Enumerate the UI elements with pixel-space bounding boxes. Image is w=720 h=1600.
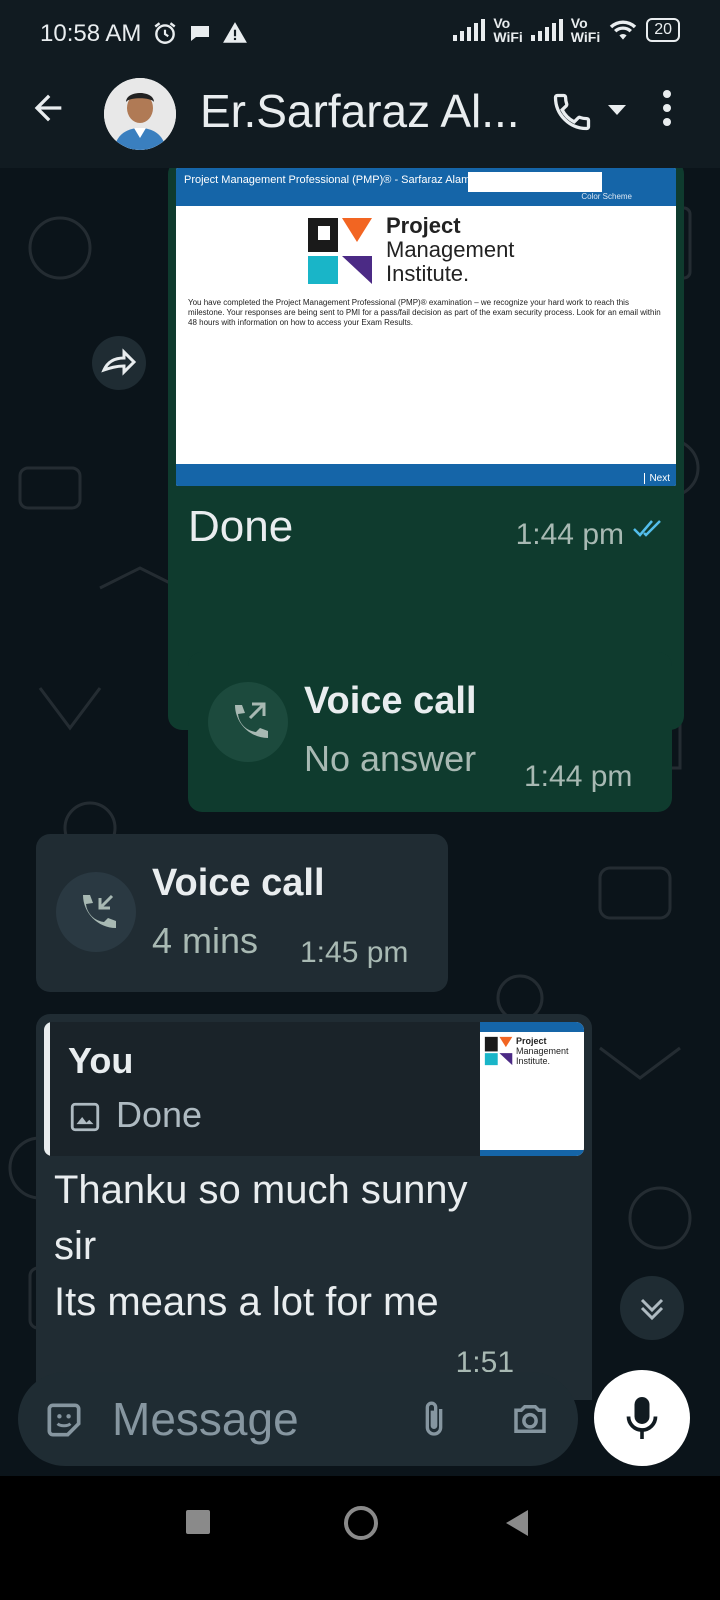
thumb-logo-line-1: Project xyxy=(516,1036,547,1046)
pmi-screenshot-image[interactable]: Project Management Professional (PMP)® -… xyxy=(176,168,676,486)
outgoing-call-bubble[interactable]: Voice call No answer 1:44 pm xyxy=(188,652,672,812)
recents-button[interactable] xyxy=(186,1510,210,1534)
status-time: 10:58 AM xyxy=(40,20,142,47)
reply-message-bubble[interactable]: You Done Project Management Institute. T… xyxy=(36,1014,592,1400)
voice-record-button[interactable] xyxy=(594,1370,690,1466)
signal-icon-2 xyxy=(530,19,563,41)
back-arrow-icon[interactable] xyxy=(28,88,68,128)
status-left-icons xyxy=(152,20,248,46)
contact-avatar[interactable] xyxy=(104,78,176,150)
camera-icon[interactable] xyxy=(508,1398,552,1440)
scroll-to-bottom-button[interactable] xyxy=(620,1276,684,1340)
image-message-bubble[interactable]: Project Management Professional (PMP)® -… xyxy=(168,168,684,730)
home-button[interactable] xyxy=(344,1506,378,1540)
quote-bar xyxy=(44,1022,50,1156)
logo-line-2: Management xyxy=(386,237,515,262)
microphone-icon xyxy=(626,1397,658,1439)
reply-line-1: Thanku so much sunny xyxy=(54,1168,468,1212)
image-icon xyxy=(70,1102,100,1132)
sticker-icon[interactable] xyxy=(42,1398,86,1442)
call-title: Voice call xyxy=(304,680,477,722)
logo-line-1: Project xyxy=(386,213,461,238)
reply-line-3: Its means a lot for me xyxy=(54,1280,439,1324)
incoming-call-bubble[interactable]: Voice call 4 mins 1:45 pm xyxy=(36,834,448,992)
call-title: Voice call xyxy=(152,862,325,904)
pmi-logo: Project Management Institute. xyxy=(176,206,676,298)
screenshot-toolbar xyxy=(468,172,602,192)
chat-bubble-icon xyxy=(191,26,209,41)
attach-icon[interactable] xyxy=(414,1396,454,1442)
vowifi-top: Vo xyxy=(493,15,511,31)
forward-button[interactable] xyxy=(92,336,146,390)
vowifi-bottom: WiFi xyxy=(493,29,523,45)
quoted-image-thumbnail: Project Management Institute. xyxy=(480,1022,584,1156)
color-scheme-label: Color Scheme xyxy=(581,192,632,201)
signal-icon xyxy=(453,19,486,41)
vowifi-label-2: Vo WiFi xyxy=(571,16,600,44)
outgoing-call-icon-circle xyxy=(208,682,288,762)
outgoing-call-icon xyxy=(235,702,268,738)
chat-header: Er.Sarfaraz Al... xyxy=(0,68,720,168)
screenshot-title: Project Management Professional (PMP)® -… xyxy=(184,174,471,186)
exam-completion-text: You have completed the Project Managemen… xyxy=(188,298,661,327)
reply-line-2: sir xyxy=(54,1224,97,1268)
thumb-logo-line-3: Institute. xyxy=(516,1056,551,1066)
quoted-message[interactable]: You Done Project Management Institute. xyxy=(44,1022,584,1156)
thumb-logo-line-2: Management xyxy=(516,1046,569,1056)
call-time: 1:45 pm xyxy=(300,936,409,969)
more-options-icon[interactable] xyxy=(662,88,672,128)
pmi-thumb-mark xyxy=(484,1036,513,1066)
vowifi-bottom-2: WiFi xyxy=(570,29,601,45)
quoted-sender: You xyxy=(68,1040,134,1081)
warning-icon xyxy=(223,22,247,43)
message-input[interactable]: Message xyxy=(112,1392,299,1446)
back-nav-icon[interactable] xyxy=(504,1508,530,1538)
avatar-image xyxy=(104,78,176,150)
message-input-bar[interactable]: Message xyxy=(18,1372,578,1466)
chevron-down-icon[interactable] xyxy=(606,102,628,118)
phone-call-icon[interactable] xyxy=(550,90,594,134)
forward-icon xyxy=(101,348,137,376)
read-ticks-icon xyxy=(633,520,661,537)
screenshot-title-bar: Project Management Professional (PMP)® -… xyxy=(176,168,676,206)
status-right-icons: Vo WiFi Vo WiFi 20 xyxy=(453,16,680,44)
alarm-icon xyxy=(154,22,176,44)
status-bar: 10:58 AM Vo WiFi Vo WiFi 20 xyxy=(0,0,720,68)
next-label: Next xyxy=(644,473,670,484)
reply-text: Thanku so much sunny sir Its means a lot… xyxy=(54,1162,574,1330)
chat-area[interactable]: Project Management Professional (PMP)® -… xyxy=(0,168,720,1400)
message-time: 1:44 pm xyxy=(515,518,624,551)
logo-line-3: Institute. xyxy=(386,261,470,286)
incoming-call-icon-circle xyxy=(56,872,136,952)
screenshot-bottom-bar: Next xyxy=(176,464,676,486)
double-chevron-down-icon xyxy=(640,1298,664,1321)
call-time: 1:44 pm xyxy=(524,760,633,793)
incoming-call-icon xyxy=(83,894,116,928)
pmi-mark-icon xyxy=(308,218,372,284)
contact-name[interactable]: Er.Sarfaraz Al... xyxy=(200,84,520,138)
quoted-text: Done xyxy=(116,1094,203,1135)
image-caption: Done xyxy=(188,502,294,551)
system-nav-bar xyxy=(0,1476,720,1600)
vowifi-label: Vo WiFi xyxy=(493,16,522,44)
vowifi-top-2: Vo xyxy=(570,15,588,31)
call-duration: 4 mins xyxy=(152,920,259,961)
call-status: No answer xyxy=(304,738,477,779)
battery-indicator: 20 xyxy=(646,18,680,42)
wifi-icon xyxy=(610,20,637,40)
pmi-logo-text: Project Management Institute. xyxy=(386,214,514,286)
